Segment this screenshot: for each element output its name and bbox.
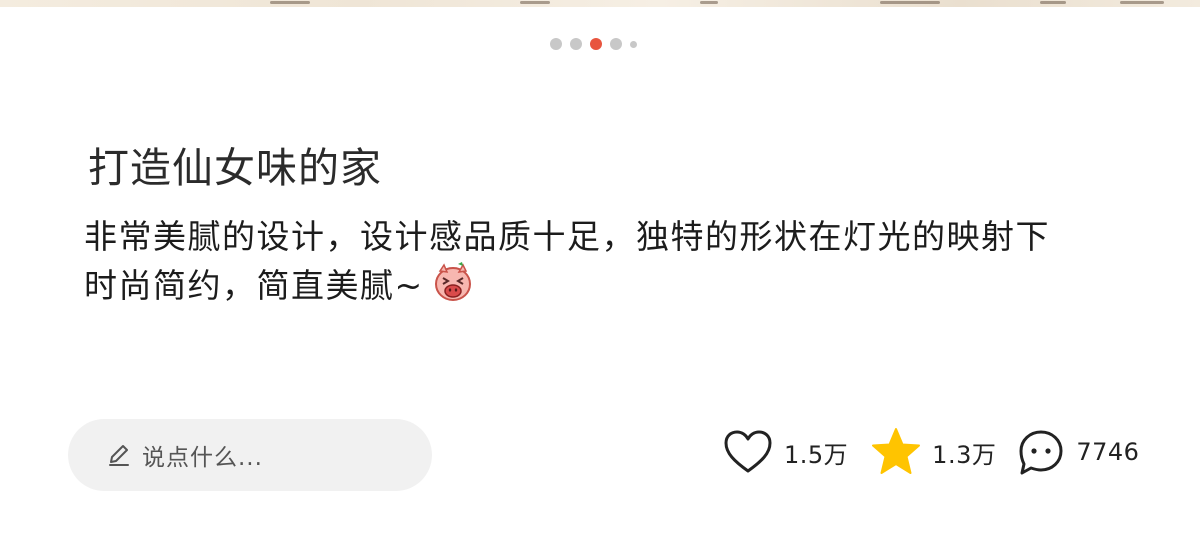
comment-placeholder: 说点什么...: [142, 445, 263, 471]
like-count: 1.5万: [784, 440, 849, 469]
pencil-icon: [109, 445, 129, 466]
like-button[interactable]: 1.5万: [722, 428, 870, 476]
post-title: 打造仙女味的家: [88, 144, 382, 192]
carousel-indicator: [550, 38, 637, 50]
post-description: 非常美腻的设计，设计感品质十足，独特的形状在灯光的映射下时尚简约，简直美腻~: [84, 213, 1084, 310]
chat-bubble-icon: [1019, 430, 1063, 475]
carousel-dot[interactable]: [610, 38, 622, 50]
carousel-dot-active[interactable]: [590, 38, 602, 50]
comment-input[interactable]: 说点什么...: [68, 419, 432, 491]
post-description-text: 非常美腻的设计，设计感品质十足，独特的形状在灯光的映射下时尚简约，简直美腻~: [84, 217, 1050, 305]
favorite-count: 1.3万: [932, 440, 997, 469]
engagement-bar: 1.5万 1.3万 7746: [722, 424, 1139, 480]
image-strip-bottom-edge: [0, 0, 1200, 7]
carousel-dot[interactable]: [570, 38, 582, 50]
carousel-dot[interactable]: [630, 40, 637, 48]
heart-icon: [724, 430, 772, 473]
star-icon: [872, 428, 921, 474]
pig-laughing-emoji: [434, 262, 471, 301]
carousel-dot[interactable]: [550, 38, 562, 50]
favorite-button[interactable]: 1.3万: [870, 427, 1016, 477]
comment-count: 7746: [1076, 438, 1140, 466]
comment-button[interactable]: 7746: [1016, 427, 1139, 477]
